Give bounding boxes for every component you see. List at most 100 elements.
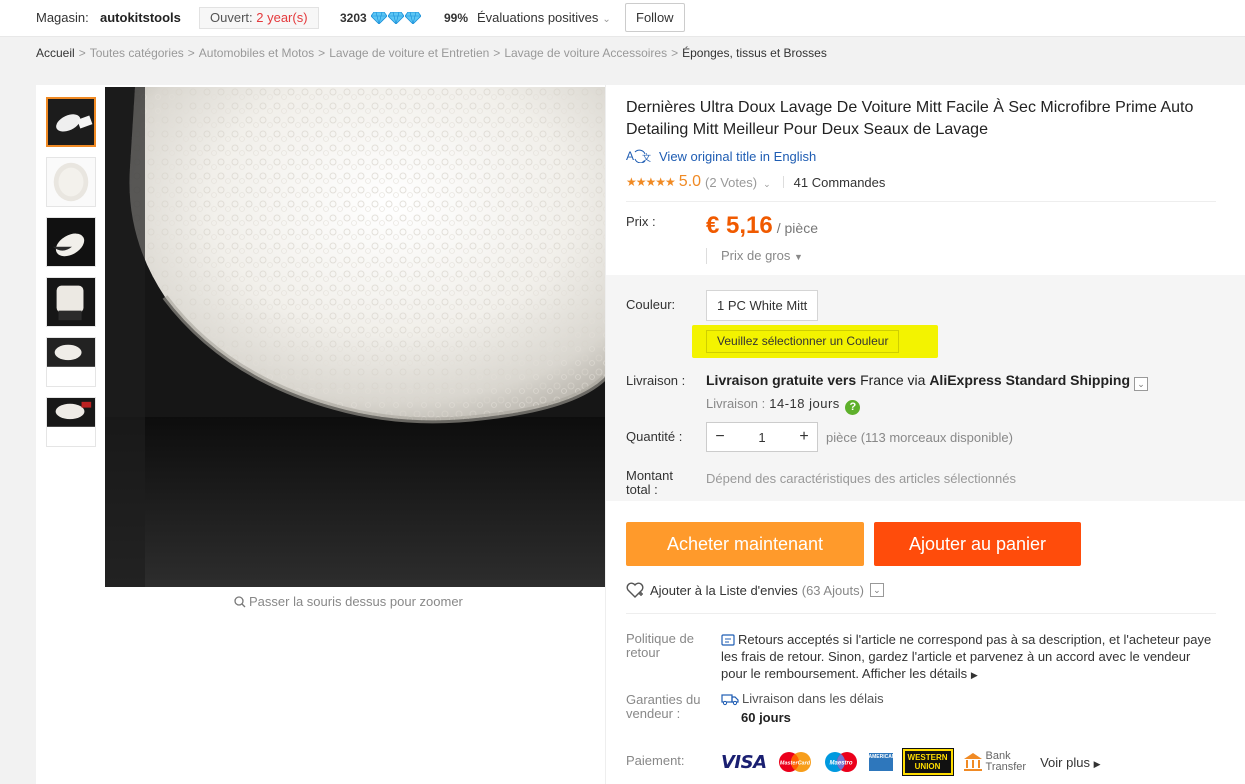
western-union-line1: WESTERN [907,753,948,762]
breadcrumb-item[interactable]: Automobiles et Motos [199,46,314,60]
svg-text:文: 文 [642,152,651,163]
shipping-label: Livraison : [626,373,686,388]
translate-icon: A文 [626,149,651,164]
price: € 5,16/ pièce [706,212,818,240]
breadcrumb-separator: > [187,46,195,60]
breadcrumb-item[interactable]: Éponges, tissus et Brosses [682,46,827,60]
votes-count: (2 Votes) [705,174,758,190]
store-open-years: 2 year(s) [256,10,308,25]
color-label: Couleur: [626,297,676,312]
shipping-destination: France via [860,372,926,388]
chevron-down-icon: ⌄ [602,14,611,25]
quantity-available: pièce (113 morceaux disponible) [826,430,1013,445]
shipping-info: Livraison gratuite vers France via AliEx… [706,372,1149,391]
selection-warning: Veuillez sélectionner un Couleur [706,330,900,353]
guarantee-days: 60 jours [741,710,791,725]
product-panel: Passer la souris dessus pour zoomer Dern… [36,85,1245,784]
buy-now-button[interactable]: Acheter maintenant [626,522,864,566]
breadcrumb: Accueil > Toutes catégories > Automobiles et… [36,46,827,60]
divider [626,201,1216,202]
bulk-price-dropdown[interactable]: Prix de gros ▼ [706,248,803,264]
guarantee-text: Livraison dans les délais [742,691,884,706]
thumbnail[interactable] [46,97,96,147]
positive-feedback-label: Évaluations positives [477,10,599,25]
return-policy-label: Politique de retour [626,631,694,660]
guarantee: Livraison dans les délais [721,691,884,706]
payment-methods: VISA MasterCard Maestro AMERICAN EXPRESS… [721,748,1101,776]
color-option[interactable]: 1 PC White Mitt [706,290,819,321]
payment-label: Paiement: [626,753,685,768]
free-shipping-text: Livraison gratuite vers [706,372,857,388]
delivery-time: Livraison :14-18 jours ? [706,396,861,415]
positive-feedback-dropdown[interactable]: Évaluations positives ⌄ [477,0,611,38]
chevron-right-icon: ▶ [1093,758,1101,769]
orders-count: 41 Commandes [793,174,886,190]
votes-dropdown[interactable]: (2 Votes) ⌄ [705,175,771,190]
see-more-text: Voir plus [1040,754,1090,770]
zoom-hint: Passer la souris dessus pour zoomer [234,594,463,609]
western-union-line2: UNION [914,762,941,771]
thumbnail[interactable] [46,277,96,327]
quantity-increase-button[interactable]: + [791,428,817,446]
delivery-days: 14-18 jours [769,396,840,411]
bank-transfer-line2: Transfer [985,761,1027,773]
truck-icon [721,694,739,706]
total-value: Dépend des caractéristiques des articles… [706,471,1017,486]
store-score: 3203 [340,11,367,25]
help-icon[interactable]: ? [845,400,861,415]
separator [782,176,784,188]
breadcrumb-item[interactable]: Lavage de voiture Accessoires [504,46,667,60]
diamond-icon [371,12,387,24]
quantity-decrease-button[interactable]: − [707,428,733,446]
view-original-title-link[interactable]: A 文 View original title in English [626,149,816,164]
wishlist-row: Ajouter à la Liste d'envies (63 Ajouts) … [626,582,884,598]
thumbnail-list [46,97,96,457]
store-bar: Magasin: autokitstools Ouvert: 2 year(s)… [0,0,1245,37]
chevron-right-icon: ▶ [970,670,978,680]
quantity-label: Quantité : [626,429,683,444]
store-name[interactable]: autokitstools [100,0,181,36]
policy-details-link[interactable]: Afficher les détails ▶ [862,666,978,681]
breadcrumb-item[interactable]: Toutes catégories [90,46,184,60]
add-to-cart-button[interactable]: Ajouter au panier [874,522,1081,566]
return-policy-icon [721,634,735,646]
rating-value: 5.0 [678,173,702,190]
mastercard-text: MasterCard [779,761,810,767]
breadcrumb-item[interactable]: Accueil [36,46,75,60]
svg-text:A: A [626,149,634,163]
zoom-hint-text: Passer la souris dessus pour zoomer [249,594,463,609]
wishlist-dropdown-icon[interactable]: ⌄ [869,583,884,597]
price-value: € 5,16 [706,212,773,239]
visa-logo: VISA [721,751,767,773]
thumbnail[interactable] [46,157,96,207]
thumbnail[interactable] [46,217,96,267]
follow-button[interactable]: Follow [625,3,685,32]
breadcrumb-separator: > [318,46,326,60]
amex-logo: AMERICAN EXPRESS [868,753,920,771]
product-photo [105,87,605,587]
chevron-down-icon: ⌄ [763,178,771,189]
diamond-rank-icons[interactable] [371,12,421,24]
see-more-payment-link[interactable]: Voir plus ▶ [1040,755,1100,770]
maestro-logo: Maestro [824,752,857,772]
star-rating-icons: ★★★★★ [626,175,676,189]
guarantee-label: Garanties du vendeur : [626,692,701,721]
store-label: Magasin: [36,10,89,25]
wishlist-link[interactable]: Ajouter à la Liste d'envies [650,583,798,598]
quantity-input[interactable]: 1 [733,430,791,445]
total-label: Montant total : [626,468,673,497]
breadcrumb-separator: > [671,46,679,60]
divider [626,613,1216,614]
thumbnail[interactable] [46,397,96,447]
main-product-image[interactable] [105,87,605,587]
heart-icon[interactable] [626,582,644,598]
diamond-icon [388,12,404,24]
bank-transfer-logo: Bank Transfer [963,751,1027,773]
price-label: Prix : [626,214,656,229]
store-open-badge: Ouvert: 2 year(s) [199,7,319,29]
shipping-dropdown-icon[interactable]: ⌄ [1134,377,1149,391]
thumbnail[interactable] [46,337,96,387]
breadcrumb-item[interactable]: Lavage de voiture et Entretien [329,46,489,60]
delivery-label: Livraison : [706,396,766,411]
positive-feedback-percent: 99% [444,11,469,25]
